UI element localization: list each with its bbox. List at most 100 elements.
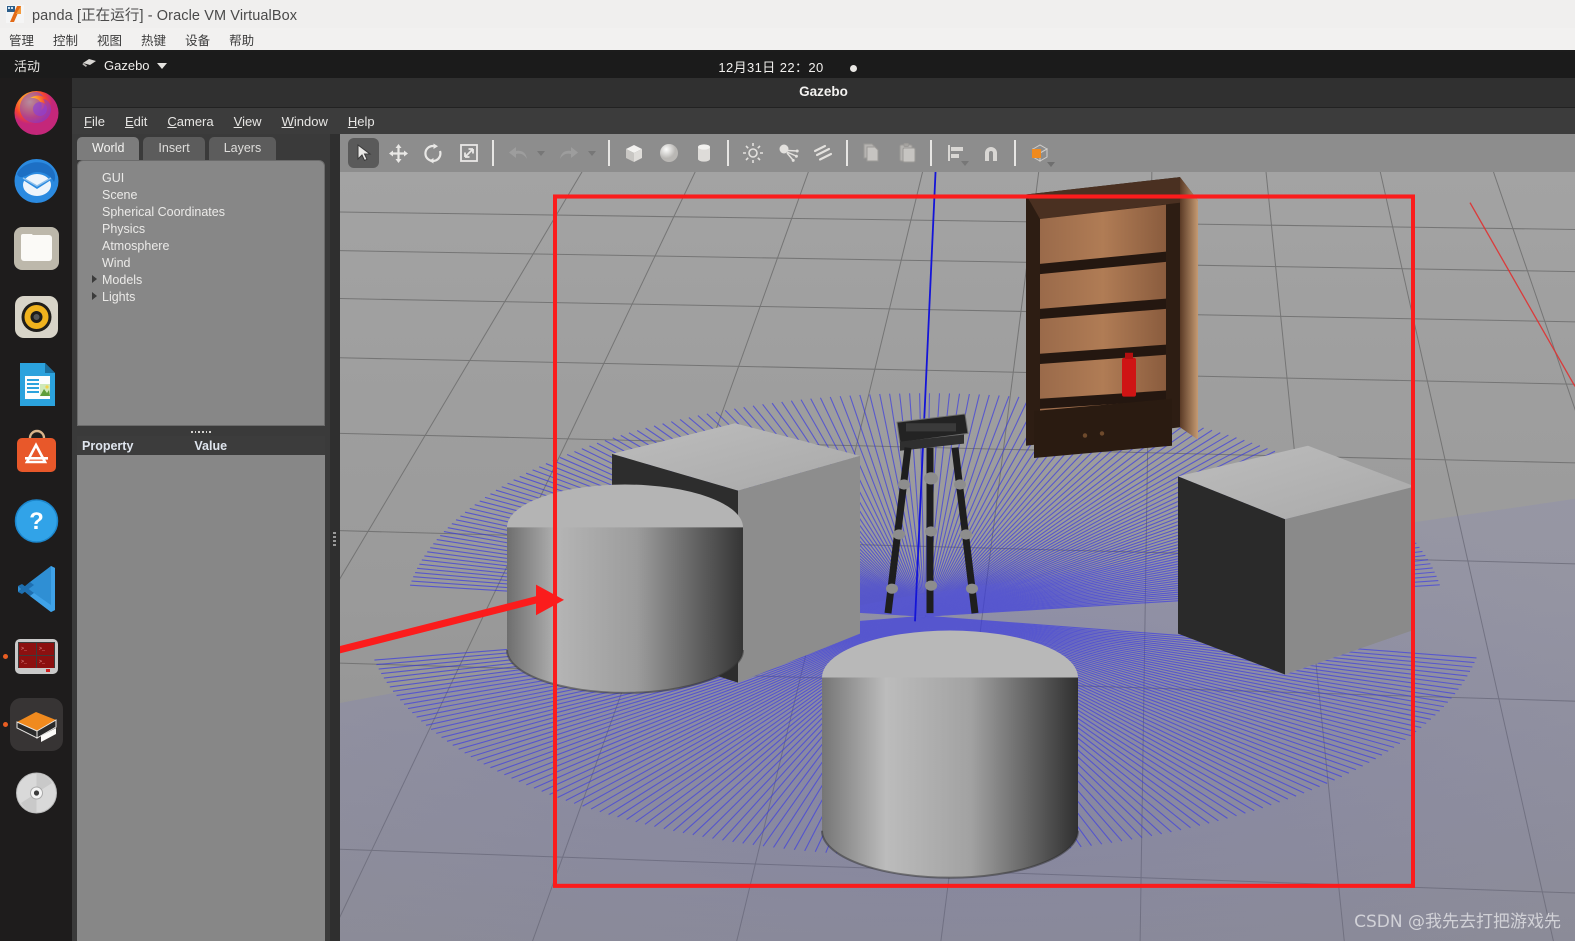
copy-icon[interactable] [856,138,887,168]
vbox-menu-view[interactable]: 视图 [97,30,132,49]
point-light-icon[interactable] [737,138,768,168]
tree-item-gui[interactable]: GUI [78,169,324,186]
running-indicator-icon [2,721,8,727]
expand-arrow-icon[interactable] [92,275,97,283]
view-angle-dropdown-icon[interactable] [1047,162,1055,167]
vbox-menubar: 管理 控制 视图 热键 设备 帮助 [0,28,1575,50]
scene-render [340,172,1575,941]
toolbar-separator [727,140,729,166]
menu-camera[interactable]: Camera [167,114,225,129]
dock-item-ubuntu-software[interactable] [10,426,63,479]
expand-arrow-icon[interactable] [92,292,97,300]
vbox-menu-manage[interactable]: 管理 [9,30,44,49]
tree-item-lights[interactable]: Lights [78,288,324,305]
undo-dropdown-icon[interactable] [537,150,545,156]
box-right [1178,445,1415,675]
vbox-menu-hotkey[interactable]: 热键 [141,30,176,49]
redo-icon[interactable] [553,138,584,168]
menu-file[interactable]: FFileile [84,114,117,129]
clock-area[interactable]: 12月31日 22：20 [0,57,1575,76]
directional-light-icon[interactable] [807,138,838,168]
toolbar-separator [608,140,610,166]
panel-resize-grip[interactable] [190,429,212,435]
gazebo-3d-viewport[interactable]: CSDN @我先去打把游戏先 [340,172,1575,941]
world-panel: World Insert Layers GUI Scene Spherical … [72,134,330,941]
menu-help[interactable]: Help [348,114,387,129]
dock-item-libreoffice-writer[interactable] [10,358,63,411]
redo-dropdown-icon[interactable] [588,150,596,156]
menu-window[interactable]: Window [282,114,340,129]
dock-item-firefox[interactable] [10,86,63,139]
column-header-property[interactable]: Property [77,439,133,453]
menu-edit[interactable]: Edit [125,114,159,129]
toolbar-separator [492,140,494,166]
tree-item-label: Models [102,272,143,287]
cylinder-front [821,630,1079,879]
paste-icon[interactable] [891,138,922,168]
tree-item-spherical-coordinates[interactable]: Spherical Coordinates [78,203,324,220]
bookshelf [1026,177,1198,458]
vbox-menu-devices[interactable]: 设备 [185,30,220,49]
tree-item-models[interactable]: Models [78,271,324,288]
vbox-menu-control[interactable]: 控制 [53,30,88,49]
tree-item-label: Lights [102,289,136,304]
dock-item-terminator[interactable]: >_ >_ >_ >_ [2,630,63,683]
gazebo-body: World Insert Layers GUI Scene Spherical … [72,134,1575,941]
rotate-mode-icon[interactable] [418,138,449,168]
toolbar-separator [846,140,848,166]
svg-text:?: ? [29,508,44,535]
svg-text:>_: >_ [39,646,46,652]
undo-icon[interactable] [502,138,533,168]
dock-item-gazebo[interactable] [2,698,63,751]
snap-icon[interactable] [975,138,1006,168]
menu-view[interactable]: View [234,114,274,129]
tab-insert[interactable]: Insert [143,137,205,160]
running-indicator-icon [2,653,8,659]
tree-item-label: Physics [102,221,146,236]
splitter-handle-icon [333,532,337,548]
tab-world[interactable]: World [77,137,140,160]
gazebo-toolbar [340,134,1575,172]
select-mode-icon[interactable] [348,138,379,168]
viewport-column: CSDN @我先去打把游戏先 [340,134,1575,941]
tab-layers[interactable]: Layers [208,137,277,160]
dock-item-thunderbird[interactable] [10,154,63,207]
tree-item-label: Wind [102,255,131,270]
tree-item-physics[interactable]: Physics [78,220,324,237]
gazebo-window-title: Gazebo [799,84,848,99]
world-tree[interactable]: GUI Scene Spherical Coordinates Physics … [77,160,325,426]
red-can [1122,352,1136,397]
svg-text:>_: >_ [21,646,28,652]
dock-item-disc[interactable] [10,766,63,819]
svg-text:>_: >_ [39,659,46,665]
panel-tabs: World Insert Layers [72,134,330,160]
tree-item-atmosphere[interactable]: Atmosphere [78,237,324,254]
tree-item-scene[interactable]: Scene [78,186,324,203]
column-header-value[interactable]: Value [194,439,227,453]
property-table-header: Property Value [77,436,325,455]
panel-splitter[interactable] [330,134,340,941]
tree-item-wind[interactable]: Wind [78,254,324,271]
watermark: CSDN @我先去打把游戏先 [1354,912,1561,932]
cylinder-icon[interactable] [688,138,719,168]
view-angle-icon[interactable] [1024,138,1055,168]
align-dropdown-icon[interactable] [961,161,969,166]
tree-item-label: Spherical Coordinates [102,204,225,219]
dock-item-help[interactable]: ? [10,494,63,547]
virtualbox-icon [6,5,24,23]
property-table-body[interactable] [77,455,325,941]
toolbar-separator [1014,140,1016,166]
dock-item-vscode[interactable] [10,562,63,615]
svg-text:>_: >_ [21,659,28,665]
scale-mode-icon[interactable] [453,138,484,168]
vbox-menu-help[interactable]: 帮助 [229,30,264,49]
dock-item-files[interactable] [10,222,63,275]
tree-item-label: GUI [102,170,125,185]
dock-item-rhythmbox[interactable] [10,290,63,343]
align-icon[interactable] [940,138,971,168]
box-icon[interactable] [618,138,649,168]
sphere-icon[interactable] [653,138,684,168]
vbox-titlebar: panda [正在运行] - Oracle VM VirtualBox [0,0,1575,28]
translate-mode-icon[interactable] [383,138,414,168]
spot-light-icon[interactable] [772,138,803,168]
